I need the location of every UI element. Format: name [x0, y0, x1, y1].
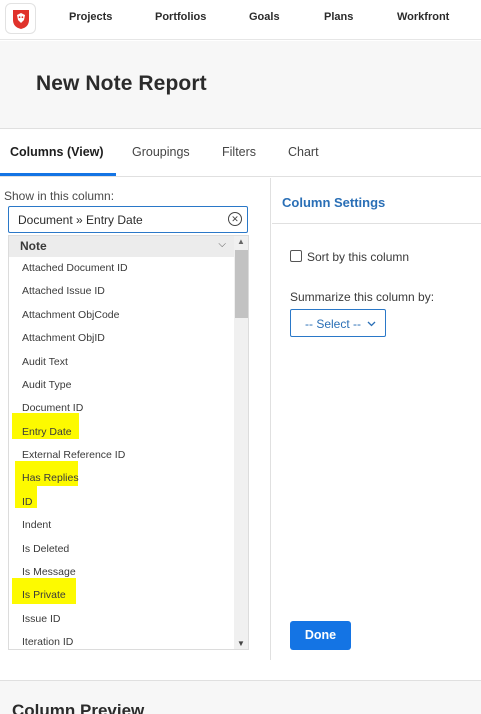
list-item[interactable]: Attachment ObjID: [22, 332, 105, 344]
summarize-select[interactable]: -- Select --: [290, 309, 386, 337]
list-item[interactable]: Has Replies: [22, 472, 79, 484]
panel-footer-spacer: [0, 660, 481, 680]
tab-groupings[interactable]: Groupings: [132, 145, 190, 159]
list-item[interactable]: Is Deleted: [22, 543, 69, 555]
chevron-down-icon: [367, 321, 376, 327]
page-header: New Note Report: [0, 41, 481, 129]
field-list[interactable]: Note ⌵ Attached Document ID Attached Iss…: [8, 235, 249, 650]
tab-chart[interactable]: Chart: [288, 145, 319, 159]
list-item[interactable]: External Reference ID: [22, 449, 125, 461]
nav-projects[interactable]: Projects: [69, 11, 112, 23]
scroll-thumb[interactable]: [235, 250, 248, 318]
summarize-select-value: -- Select --: [305, 317, 362, 331]
column-preview-title: Column Preview: [12, 701, 145, 714]
scroll-down-icon[interactable]: ▼: [237, 639, 245, 648]
lion-shield-logo-icon[interactable]: [5, 3, 36, 34]
list-item[interactable]: Attached Issue ID: [22, 285, 105, 297]
sort-checkbox[interactable]: [290, 250, 302, 262]
nav-workfront[interactable]: Workfront: [397, 11, 449, 23]
nav-goals[interactable]: Goals: [249, 11, 280, 23]
active-tab-indicator: [0, 173, 116, 176]
list-item[interactable]: Is Private: [22, 589, 66, 601]
summarize-label: Summarize this column by:: [290, 290, 435, 304]
report-tabs: Columns (View) Groupings Filters Chart: [0, 129, 481, 177]
list-item[interactable]: Issue ID: [22, 613, 61, 625]
list-item[interactable]: Iteration ID: [22, 636, 73, 648]
clear-icon[interactable]: ✕: [228, 212, 242, 226]
list-item[interactable]: Attached Document ID: [22, 262, 128, 274]
field-search-input[interactable]: Document » Entry Date ✕: [8, 206, 248, 233]
page-title: New Note Report: [36, 72, 207, 95]
field-group-label: Note: [20, 239, 47, 253]
list-item[interactable]: ID: [22, 496, 33, 508]
nav-portfolios[interactable]: Portfolios: [155, 11, 206, 23]
list-item[interactable]: Audit Text: [22, 356, 68, 368]
tab-filters[interactable]: Filters: [222, 145, 256, 159]
list-item[interactable]: Is Message: [22, 566, 76, 578]
column-preview-section: Column Preview: [0, 680, 481, 714]
divider: [272, 223, 481, 224]
list-item[interactable]: Document ID: [22, 402, 83, 414]
column-field-picker: Show in this column: Document » Entry Da…: [0, 178, 271, 660]
list-item[interactable]: Audit Type: [22, 379, 71, 391]
tab-columns-view[interactable]: Columns (View): [10, 145, 104, 159]
chevron-down-icon: ⌵: [218, 239, 226, 250]
field-search-value: Document » Entry Date: [18, 213, 143, 227]
show-in-column-label: Show in this column:: [4, 189, 115, 203]
list-item[interactable]: Indent: [22, 519, 51, 531]
done-button[interactable]: Done: [290, 621, 351, 650]
field-group-header[interactable]: Note ⌵: [9, 236, 234, 257]
column-settings-title: Column Settings: [282, 195, 386, 210]
top-navigation: Projects Portfolios Goals Plans Workfron…: [0, 0, 481, 40]
list-scrollbar[interactable]: ▲ ▼: [234, 236, 248, 649]
list-item[interactable]: Entry Date: [22, 426, 72, 438]
sort-label[interactable]: Sort by this column: [307, 250, 409, 264]
scroll-up-icon[interactable]: ▲: [237, 237, 245, 246]
list-item[interactable]: Attachment ObjCode: [22, 309, 119, 321]
nav-plans[interactable]: Plans: [324, 11, 353, 23]
column-settings-panel: Column Settings Sort by this column Summ…: [272, 178, 481, 660]
